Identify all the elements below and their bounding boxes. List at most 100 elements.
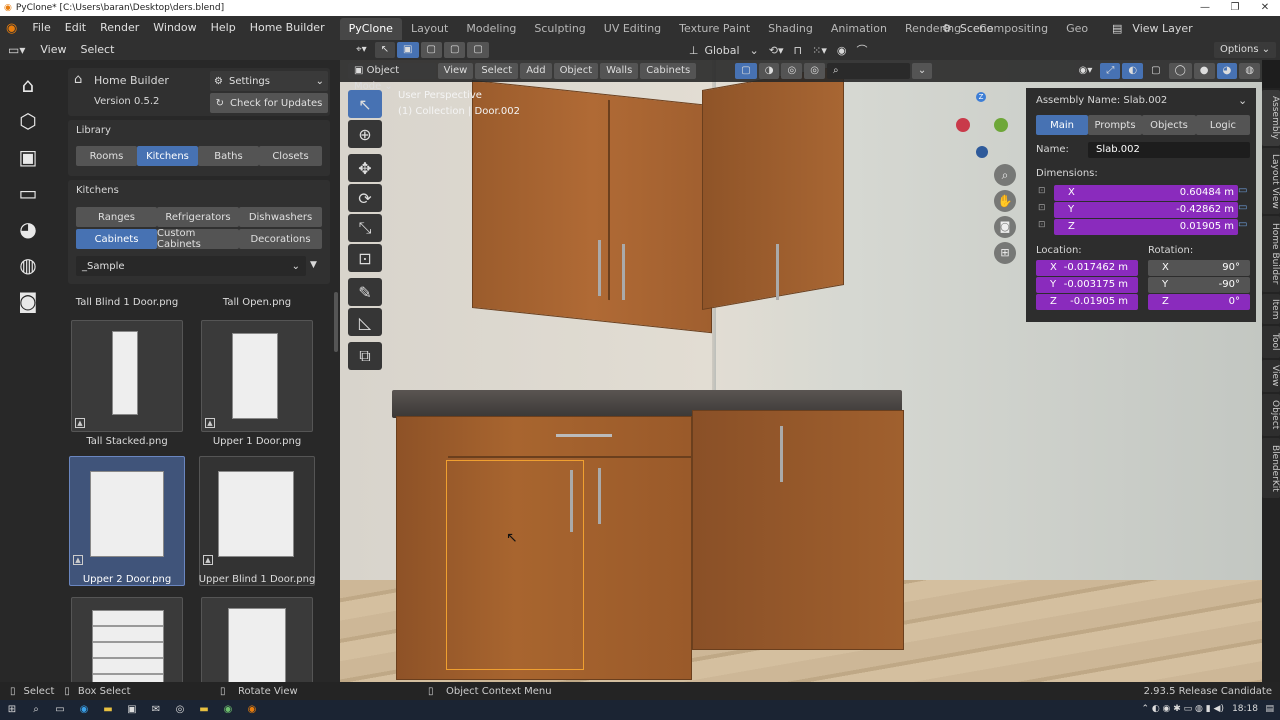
left-view-menu[interactable]: View — [33, 38, 73, 62]
blender-taskbar-icon[interactable]: ◉ — [244, 703, 260, 717]
maximize-icon[interactable]: ❐ — [1220, 0, 1250, 16]
driver-icon[interactable]: ▭ — [1238, 185, 1247, 196]
npanel-tab-main[interactable]: Main — [1036, 115, 1088, 135]
scale-tool-icon[interactable]: ⤡ — [348, 214, 382, 242]
move-tool-icon[interactable]: ✥ — [348, 154, 382, 182]
menu-home-builder[interactable]: Home Builder — [243, 16, 332, 40]
lock-icon[interactable]: ⊡ — [1038, 203, 1046, 213]
asset-upper-blind-1-door[interactable]: ▲ — [199, 456, 315, 586]
library-tab-baths[interactable]: Baths — [198, 146, 259, 166]
select-mode-icon[interactable]: ▢ — [735, 63, 757, 79]
overlay-toggle-icon[interactable]: ◐ — [1122, 63, 1144, 79]
search-icon[interactable]: ⌕ — [28, 703, 44, 717]
side-tab-home-builder[interactable]: Home Builder — [1262, 216, 1280, 292]
select-box-tool-icon[interactable]: ↖ — [348, 90, 382, 118]
viewport-add-menu[interactable]: Add — [520, 63, 552, 79]
asset-tall-stacked[interactable]: ▲ — [71, 320, 183, 432]
select-box-icon[interactable]: ▣ — [397, 42, 419, 58]
select-intersect-icon[interactable]: ▢ — [467, 42, 489, 58]
xray-icon[interactable]: ▢ — [1145, 63, 1166, 79]
cursor-tool-icon[interactable]: ⊕ — [348, 120, 382, 148]
notification-icon[interactable]: ▤ — [1265, 704, 1274, 714]
minimize-icon[interactable]: — — [1190, 0, 1220, 16]
category-decorations[interactable]: Decorations — [239, 229, 322, 249]
edge-icon[interactable]: ◉ — [76, 703, 92, 717]
base-cabinet-right[interactable] — [692, 410, 904, 650]
shading-material-icon[interactable]: ◕ — [1216, 63, 1238, 79]
folder-icon[interactable]: ▬ — [196, 703, 212, 717]
snap-icon[interactable]: ⊓ — [794, 44, 803, 57]
npanel-tab-prompts[interactable]: Prompts — [1088, 115, 1142, 135]
menu-render[interactable]: Render — [93, 16, 146, 40]
task-view-icon[interactable]: ▭ — [52, 703, 68, 717]
selected-door-outline[interactable] — [446, 460, 584, 670]
driver-icon[interactable]: ▭ — [1238, 219, 1247, 230]
library-tab-closets[interactable]: Closets — [259, 146, 322, 166]
shading-rendered-icon[interactable]: ◍ — [1239, 63, 1260, 79]
menu-file[interactable]: File — [25, 16, 57, 40]
viewport-select-menu[interactable]: Select — [475, 63, 519, 79]
npanel-tab-logic[interactable]: Logic — [1196, 115, 1250, 135]
category-ranges[interactable]: Ranges — [76, 207, 157, 227]
tab-texture-paint[interactable]: Texture Paint — [670, 18, 759, 40]
menu-edit[interactable]: Edit — [58, 16, 93, 40]
snap-target-icon[interactable]: ⁙▾ — [812, 44, 827, 57]
check-updates-button[interactable]: ↻ Check for Updates — [210, 93, 328, 113]
view-layer-icon[interactable]: ▤ — [1112, 22, 1122, 35]
wall-draw-icon[interactable]: ◎ — [781, 63, 803, 79]
asset-upper-1-door[interactable]: ▲ — [201, 320, 313, 432]
room-tool-icon[interactable]: ◎ — [804, 63, 825, 79]
sample-dropdown[interactable]: _Sample ⌄ — [76, 256, 306, 276]
search-icon[interactable]: ⌕ — [826, 63, 910, 79]
material-icon[interactable]: ◕ — [13, 214, 43, 244]
dimension-z-field[interactable]: Z 0.01905 m — [1054, 219, 1238, 235]
draw-mode-icon[interactable]: ◑ — [758, 63, 780, 79]
library-tab-rooms[interactable]: Rooms — [76, 146, 137, 166]
select-extend-icon[interactable]: ▢ — [420, 42, 442, 58]
gizmo-x-icon[interactable] — [956, 118, 970, 132]
measure-tool-icon[interactable]: ◺ — [348, 308, 382, 336]
blender-menu-icon[interactable]: ◉ — [0, 21, 25, 36]
file-explorer-icon[interactable]: ▬ — [100, 703, 116, 717]
zoom-icon[interactable]: ⌕ — [994, 164, 1016, 186]
mode-dropdown[interactable]: ▣ Object Mode ⌄ — [348, 63, 436, 92]
transform-orientation[interactable]: Global — [704, 44, 739, 57]
side-tab-tool[interactable]: Tool — [1262, 326, 1280, 358]
driver-icon[interactable]: ▭ — [1238, 202, 1247, 213]
tab-uv-editing[interactable]: UV Editing — [595, 18, 670, 40]
viewport-walls-menu[interactable]: Walls — [600, 63, 639, 79]
rotate-tool-icon[interactable]: ⟳ — [348, 184, 382, 212]
viewport-object-menu[interactable]: Object — [553, 63, 599, 79]
location-x-field[interactable]: X -0.017462 m — [1036, 260, 1138, 276]
store-icon[interactable]: ▣ — [124, 703, 140, 717]
select-tool-icon[interactable]: ↖ — [374, 42, 396, 58]
drawer-icon[interactable]: ▭ — [13, 178, 43, 208]
editor-type-icon[interactable]: ▭▾ — [0, 43, 33, 57]
ortho-grid-icon[interactable]: ⊞ — [994, 242, 1016, 264]
editor-type-icon[interactable]: ⌖▾ — [350, 42, 373, 58]
menu-window[interactable]: Window — [146, 16, 203, 40]
asset-tall-2-door[interactable] — [201, 597, 313, 682]
upper-cabinet-right[interactable] — [702, 64, 844, 310]
upper-cabinet-left[interactable] — [472, 80, 712, 334]
rotation-z-field[interactable]: Z 0° — [1148, 294, 1250, 310]
asset-upper-2-door[interactable]: ▲ — [69, 456, 185, 586]
settings-dropdown[interactable]: ⚙ Settings ⌄ — [210, 71, 328, 91]
chevron-down-icon[interactable]: ⌄ — [1238, 94, 1247, 107]
side-tab-view[interactable]: View — [1262, 360, 1280, 392]
proportional-edit-icon[interactable]: ◉ — [837, 44, 847, 57]
scene-name[interactable]: Scene — [960, 22, 994, 35]
asset-grid-scrollbar[interactable] — [334, 292, 338, 352]
select-subtract-icon[interactable]: ▢ — [443, 42, 466, 58]
tab-sculpting[interactable]: Sculpting — [525, 18, 594, 40]
camera-view-icon[interactable]: ◙ — [994, 216, 1016, 238]
frame-icon[interactable]: ▣ — [13, 142, 43, 172]
view-layer-name[interactable]: View Layer — [1132, 22, 1192, 35]
gizmo-y-icon[interactable] — [994, 118, 1008, 132]
library-tab-kitchens[interactable]: Kitchens — [137, 146, 198, 166]
lock-icon[interactable]: ⊡ — [1038, 186, 1046, 196]
category-custom-cabinets[interactable]: Custom Cabinets — [157, 228, 239, 250]
app-icon[interactable]: ◎ — [172, 703, 188, 717]
tab-layout[interactable]: Layout — [402, 18, 457, 40]
location-z-field[interactable]: Z -0.01905 m — [1036, 294, 1138, 310]
